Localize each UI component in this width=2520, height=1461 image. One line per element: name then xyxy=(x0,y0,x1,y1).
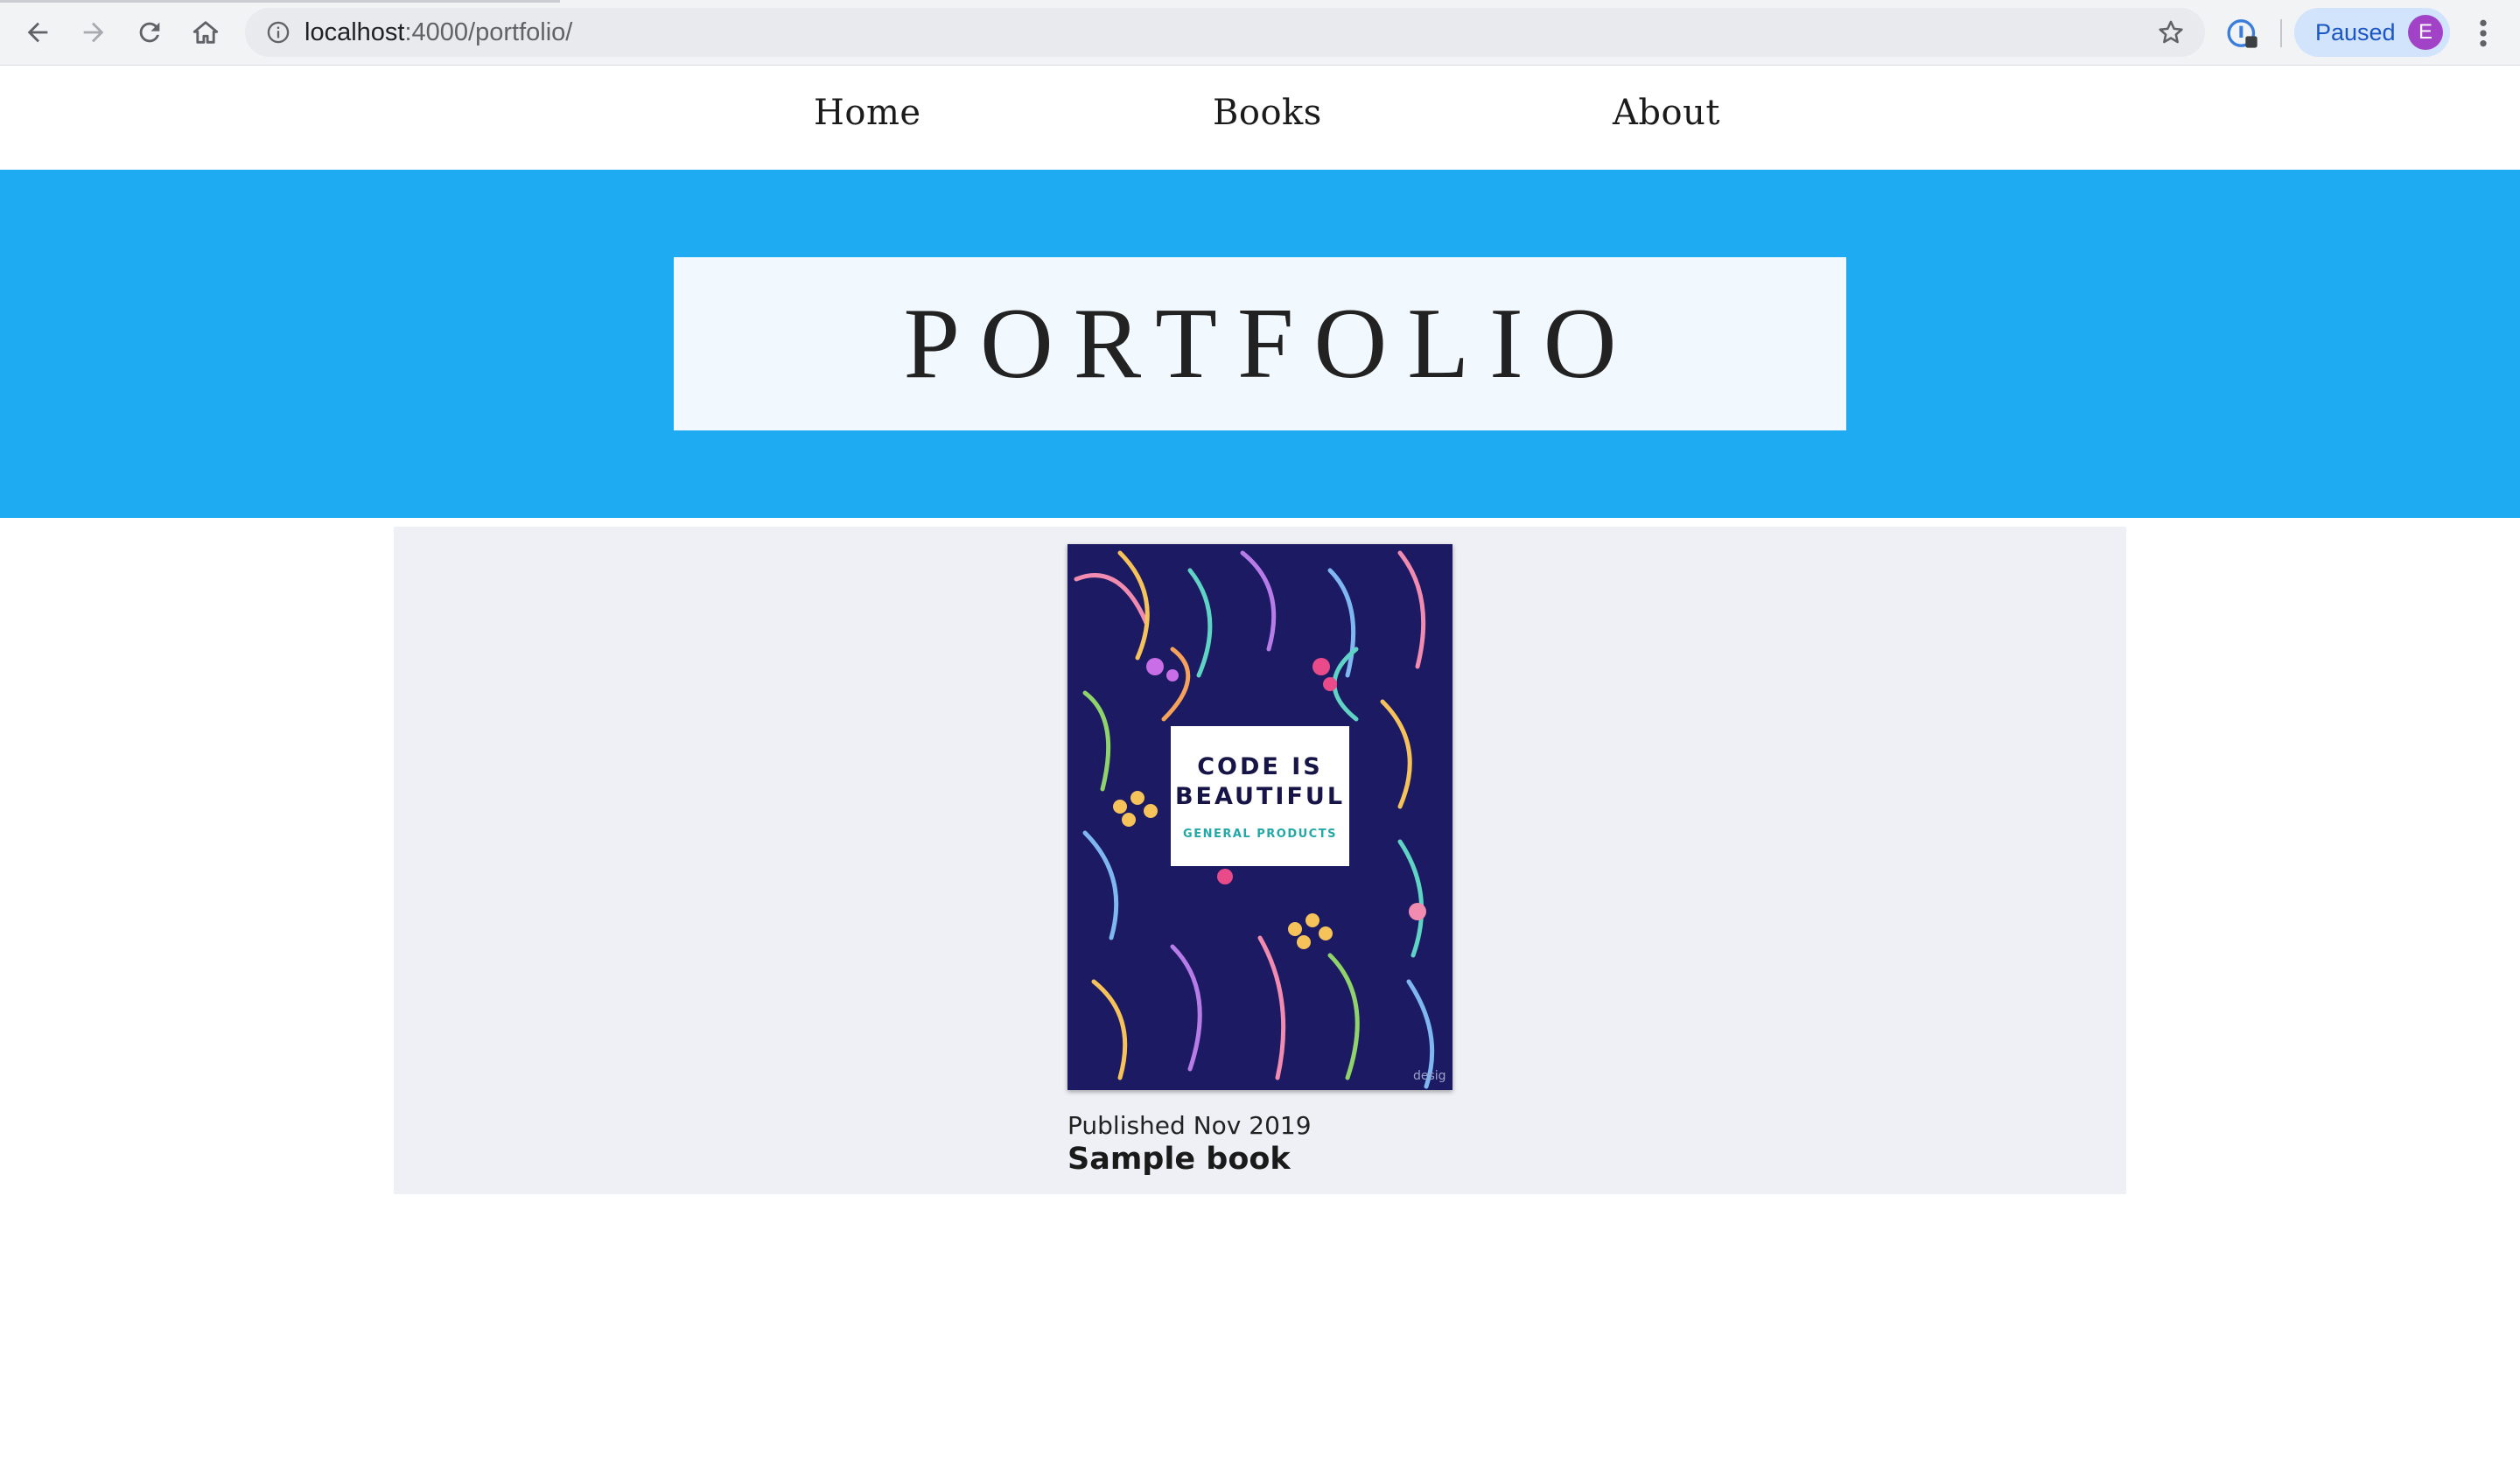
site-navigation: Home Books About xyxy=(0,66,2520,170)
url-host: localhost xyxy=(304,18,405,46)
star-icon[interactable] xyxy=(2156,17,2186,47)
url-text[interactable]: localhost:4000/portfolio/ xyxy=(304,18,572,47)
browser-toolbar: localhost:4000/portfolio/ Paused E xyxy=(0,0,2520,66)
hero-banner: PORTFOLIO xyxy=(0,170,2520,518)
forward-arrow-icon xyxy=(83,22,104,43)
nav-about[interactable]: About xyxy=(1613,93,1720,133)
book-title[interactable]: Sample book xyxy=(1068,1142,1312,1177)
tab-loading-indicator xyxy=(0,0,560,3)
profile-button[interactable]: Paused E xyxy=(2294,8,2450,57)
forward-button[interactable] xyxy=(74,12,114,52)
home-button[interactable] xyxy=(186,12,226,52)
books-panel: desig CODE IS BEAUTIFUL GENERAL PRODUCTS… xyxy=(394,527,2126,1194)
home-icon xyxy=(192,21,219,44)
nav-books[interactable]: Books xyxy=(1213,93,1322,133)
toolbar-separator xyxy=(2280,19,2282,47)
book-published-date: Published Nov 2019 xyxy=(1068,1111,1312,1140)
cover-label: CODE IS BEAUTIFUL GENERAL PRODUCTS xyxy=(1171,726,1349,866)
more-vertical-icon[interactable] xyxy=(2473,16,2494,51)
cover-title-line-2: BEAUTIFUL xyxy=(1174,782,1346,810)
avatar: E xyxy=(2408,15,2443,50)
book-cover[interactable]: desig CODE IS BEAUTIFUL GENERAL PRODUCTS xyxy=(1068,544,1452,1090)
profile-status: Paused xyxy=(2315,19,2396,45)
back-button[interactable] xyxy=(18,12,58,52)
info-icon[interactable] xyxy=(266,20,290,45)
nav-home[interactable]: Home xyxy=(814,93,921,133)
reload-icon xyxy=(139,22,160,43)
address-bar[interactable]: localhost:4000/portfolio/ xyxy=(245,8,2205,57)
page-title-box: PORTFOLIO xyxy=(674,257,1846,430)
book-meta: Published Nov 2019 Sample book xyxy=(1068,1111,1312,1177)
extension-icon[interactable] xyxy=(2225,16,2260,51)
watermark-text: desig xyxy=(1413,1069,1446,1083)
back-arrow-icon xyxy=(27,22,48,43)
page-title: PORTFOLIO xyxy=(903,287,1637,400)
cover-subtitle: GENERAL PRODUCTS xyxy=(1183,827,1337,841)
cover-title-line-1: CODE IS xyxy=(1197,752,1323,780)
reload-button[interactable] xyxy=(130,12,170,52)
url-path: :4000/portfolio/ xyxy=(404,18,573,46)
